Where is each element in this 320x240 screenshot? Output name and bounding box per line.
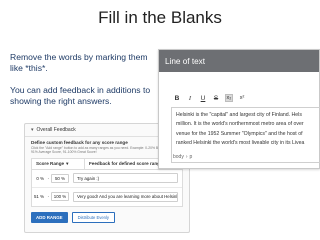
range-to-input[interactable]: 100 %: [51, 192, 69, 202]
italic-button[interactable]: I: [186, 95, 194, 102]
footer-p-tag: p: [189, 154, 193, 160]
range-to-input[interactable]: 50 %: [51, 173, 69, 183]
sort-icon[interactable]: ▾: [66, 161, 68, 167]
editor-line: Helsinki is the "capital" and largest ci…: [176, 112, 302, 118]
table-row: 0 % - 50 % Try again :): [32, 170, 182, 188]
add-range-button[interactable]: ADD RANGE: [31, 211, 68, 223]
subscript-button[interactable]: x₂: [225, 94, 233, 102]
feedback-actions: ADD RANGE Distribute Evenly: [25, 207, 189, 223]
superscript-button[interactable]: x²: [238, 95, 246, 101]
editor-line: venue for the 1952 Summer "Olympics" and…: [176, 130, 303, 137]
score-range-label: Score Range: [36, 161, 65, 167]
bold-button[interactable]: B: [173, 95, 181, 102]
range-from: 51 %: [33, 194, 44, 200]
editor-line: million. It is the world's northernmost …: [176, 121, 304, 128]
feedback-text-input[interactable]: Very good! And you are learning more abo…: [73, 191, 178, 202]
description-paragraph-1: Remove the words by marking them like *t…: [10, 52, 148, 73]
underline-button[interactable]: U: [199, 95, 207, 102]
table-row: 51 % - 100 % Very good! And you are lear…: [32, 188, 182, 206]
editor-toolbar: B I U S x₂ x²: [173, 94, 246, 102]
feedback-column-label: Feedback for defined score rang: [89, 161, 160, 167]
score-range-column: Score Range ▾: [32, 161, 84, 167]
editor-header: Line of text: [159, 50, 319, 72]
description-paragraph-2: You can add feedback in additions to sho…: [10, 85, 151, 106]
editor-text-area[interactable]: Helsinki is the "capital" and largest ci…: [171, 107, 320, 163]
footer-body-tag: body: [173, 154, 184, 160]
strikethrough-button[interactable]: S: [212, 95, 220, 102]
distribute-evenly-button[interactable]: Distribute Evenly: [71, 211, 116, 223]
slide-description: Remove the words by marking them like *t…: [10, 52, 160, 118]
range-from: 0 %: [36, 175, 44, 181]
editor-line: ranked Helsinki the world's most liveabl…: [176, 140, 305, 147]
line-of-text-editor: Line of text B I U S x₂ x² Helsinki is t…: [158, 49, 320, 169]
overall-feedback-title: Overall Feedback: [36, 127, 76, 133]
editor-path-footer: body › p: [173, 154, 192, 160]
slide-title: Fill in the Blanks: [98, 8, 222, 27]
chevron-down-icon[interactable]: ▾: [31, 127, 34, 133]
feedback-text-input[interactable]: Try again :): [73, 173, 178, 184]
editor-title: Line of text: [165, 56, 206, 66]
footer-separator: ›: [185, 154, 188, 160]
